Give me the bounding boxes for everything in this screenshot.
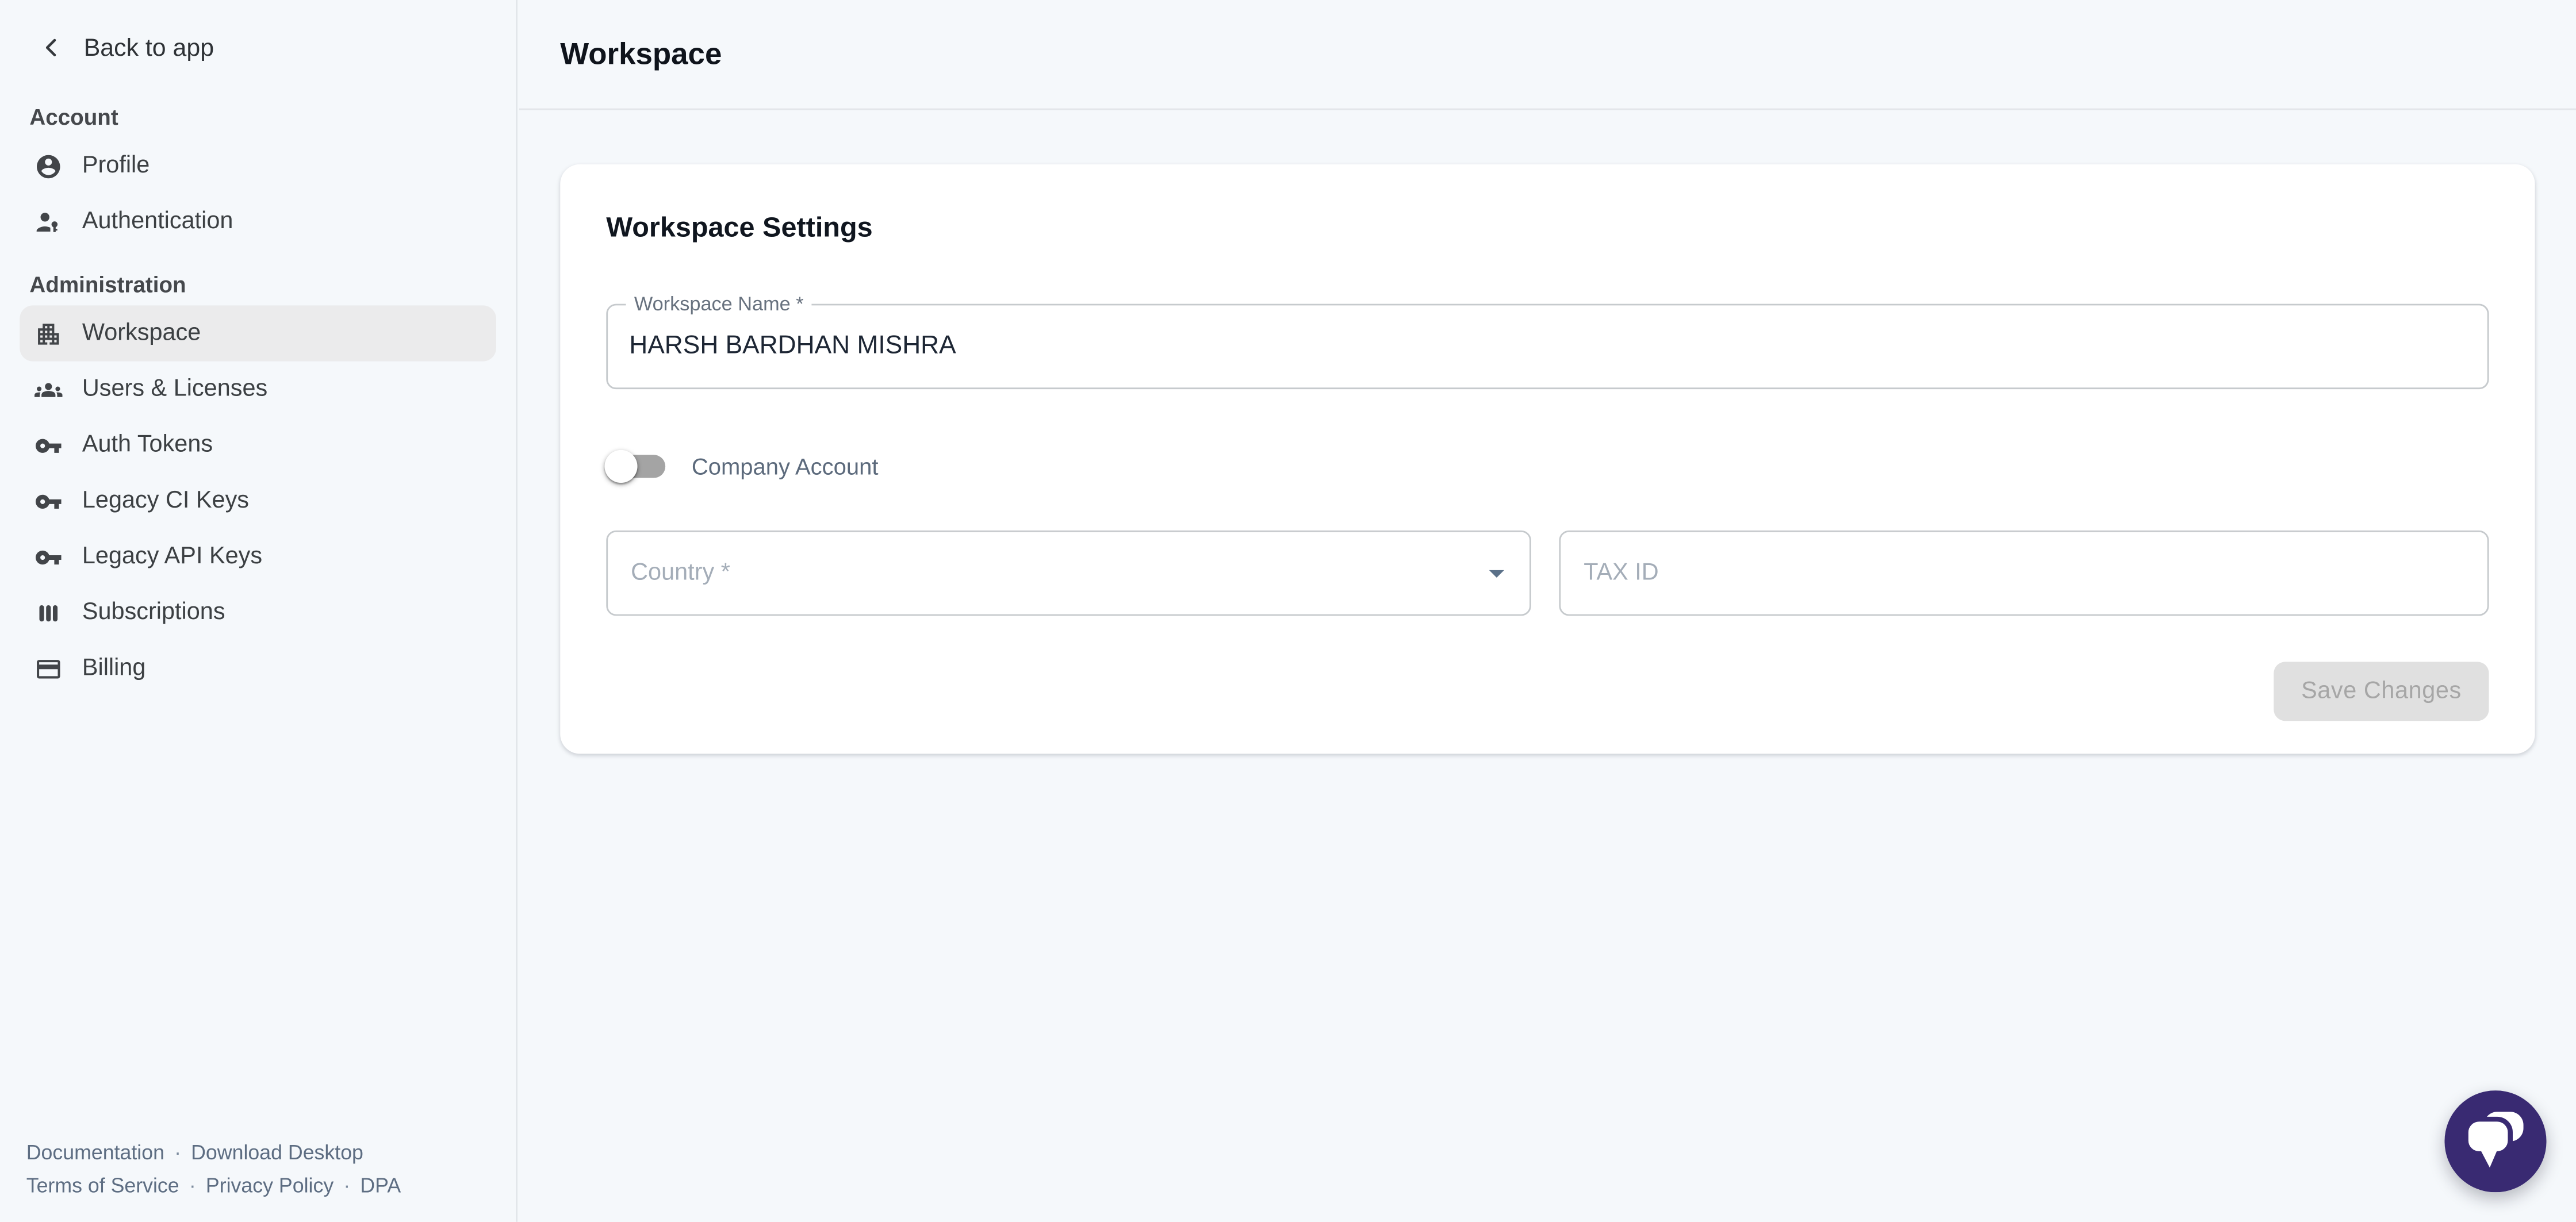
chat-bubbles-icon — [2444, 1090, 2546, 1192]
documentation-link[interactable]: Documentation — [26, 1142, 164, 1165]
sidebar-item-label: Workspace — [82, 320, 201, 347]
sidebar-item-legacy-ci-keys[interactable]: Legacy CI Keys — [20, 473, 496, 529]
terms-of-service-link[interactable]: Terms of Service — [26, 1173, 179, 1196]
sidebar-item-subscriptions[interactable]: Subscriptions — [20, 585, 496, 640]
sidebar-item-label: Users & Licenses — [82, 376, 267, 402]
section-header-administration: Administration — [20, 266, 496, 306]
country-select[interactable]: Country * — [606, 531, 1531, 616]
sidebar-item-workspace[interactable]: Workspace — [20, 305, 496, 361]
section-header-account: Account — [20, 98, 496, 138]
bars-icon — [34, 598, 63, 627]
footer-separator: · — [189, 1173, 196, 1196]
company-account-toggle[interactable] — [604, 447, 667, 486]
credit-card-icon — [34, 655, 63, 683]
back-to-app-button[interactable]: Back to app — [20, 0, 496, 95]
sidebar-item-legacy-api-keys[interactable]: Legacy API Keys — [20, 529, 496, 585]
sidebar-item-label: Authentication — [82, 209, 233, 235]
workspace-name-field: Workspace Name * — [606, 304, 2489, 390]
page-header: Workspace — [519, 0, 2576, 110]
chat-fab-button[interactable] — [2444, 1090, 2546, 1192]
sidebar-item-auth-tokens[interactable]: Auth Tokens — [20, 417, 496, 473]
footer-separator: · — [343, 1173, 350, 1196]
page-title: Workspace — [560, 36, 722, 72]
sidebar-item-label: Legacy CI Keys — [82, 488, 249, 514]
workspace-settings-page: Back to app Account Profile Authenticati… — [0, 0, 2576, 1222]
privacy-policy-link[interactable]: Privacy Policy — [206, 1173, 334, 1196]
dpa-link[interactable]: DPA — [360, 1173, 401, 1196]
footer-row-1: Documentation · Download Desktop — [26, 1138, 401, 1170]
tax-id-input[interactable] — [1561, 532, 2487, 614]
workspace-settings-card: Workspace Settings Workspace Name * Comp… — [560, 164, 2535, 754]
sidebar-item-users-licenses[interactable]: Users & Licenses — [20, 362, 496, 417]
sidebar-item-profile[interactable]: Profile — [20, 138, 496, 194]
sidebar-item-authentication[interactable]: Authentication — [20, 194, 496, 249]
sidebar-footer: Documentation · Download Desktop Terms of … — [26, 1138, 401, 1202]
sidebar-item-label: Auth Tokens — [82, 432, 213, 458]
person-key-icon — [34, 207, 63, 236]
company-account-row: Company Account — [604, 447, 878, 486]
sidebar-item-label: Legacy API Keys — [82, 544, 262, 570]
key-icon — [34, 487, 63, 515]
sidebar-item-label: Billing — [82, 655, 146, 682]
company-account-label: Company Account — [692, 454, 879, 480]
footer-row-2: Terms of Service · Privacy Policy · DPA — [26, 1170, 401, 1202]
tax-id-field: TAX ID — [1559, 531, 2489, 616]
sidebar-item-label: Subscriptions — [82, 600, 225, 626]
person-circle-icon — [34, 152, 63, 180]
key-icon — [34, 431, 63, 459]
key-icon — [34, 543, 63, 571]
save-changes-button[interactable]: Save Changes — [2274, 662, 2489, 721]
back-to-app-label: Back to app — [84, 34, 214, 62]
sidebar: Back to app Account Profile Authenticati… — [0, 0, 518, 1222]
toggle-thumb — [604, 450, 637, 483]
building-icon — [34, 320, 63, 348]
arrow-drop-down-icon — [1478, 555, 1515, 591]
card-title: Workspace Settings — [606, 212, 872, 245]
download-desktop-link[interactable]: Download Desktop — [191, 1142, 363, 1165]
footer-separator: · — [174, 1142, 181, 1165]
country-label: Country * — [631, 560, 730, 586]
sidebar-item-billing[interactable]: Billing — [20, 640, 496, 696]
workspace-name-input[interactable] — [608, 305, 2487, 387]
sidebar-item-label: Profile — [82, 153, 150, 179]
chevron-left-icon — [36, 33, 66, 62]
groups-icon — [34, 375, 63, 404]
